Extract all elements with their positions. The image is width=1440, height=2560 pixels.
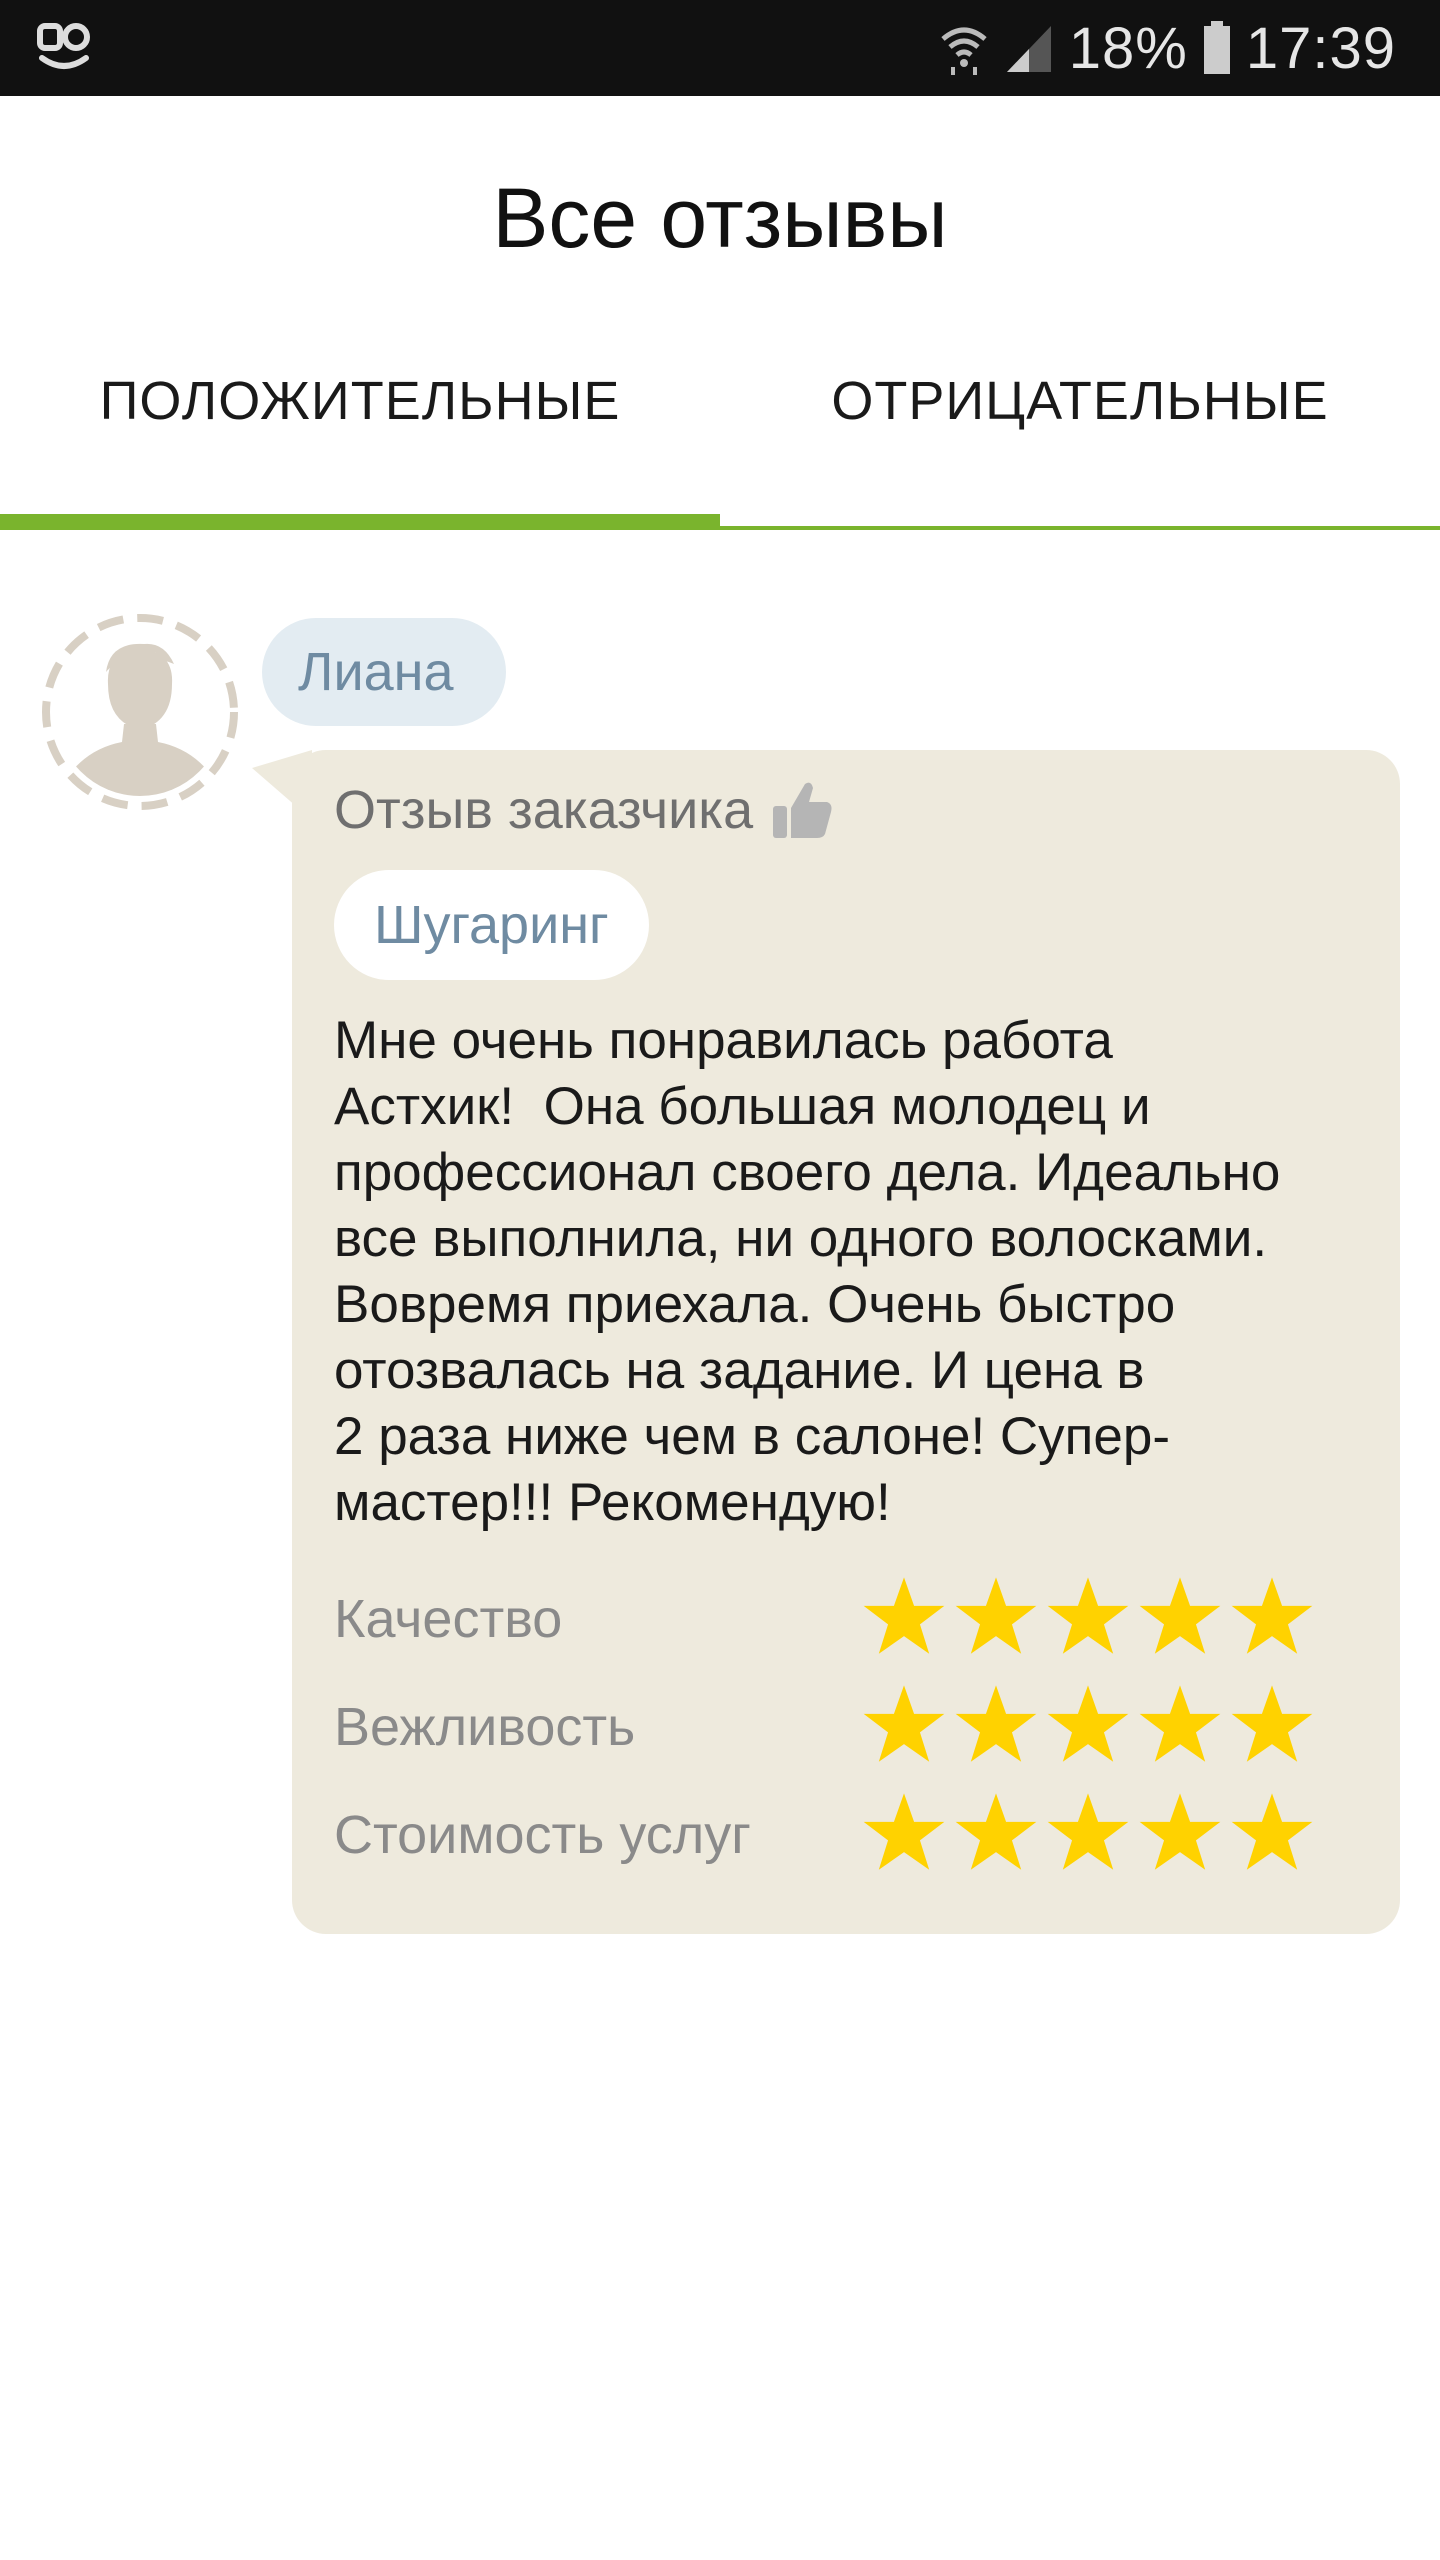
rating-row-politeness: Вежливость [334, 1682, 1354, 1778]
battery-percent: 18% [1068, 15, 1188, 81]
star-icon [1231, 1577, 1313, 1654]
signal-icon [1006, 26, 1051, 72]
review-text-line: профессионал своего дела. Идеально [334, 1143, 1281, 1202]
tab-negative[interactable]: ОТРИЦАТЕЛЬНЫЕ [720, 370, 1440, 432]
review-text-line: отозвалась на задание. И цена в [334, 1341, 1145, 1400]
star-icon [1047, 1793, 1129, 1870]
author-name-chip[interactable]: Лиана [262, 618, 506, 726]
star-rating [862, 1682, 1314, 1766]
thumbs-up-icon [773, 782, 832, 838]
star-icon [863, 1685, 945, 1762]
active-tab-indicator [0, 514, 720, 530]
star-icon [1047, 1685, 1129, 1762]
avatar-placeholder-icon [42, 614, 238, 810]
review-text-line: Мне очень понравилась работа [334, 1011, 1113, 1070]
rating-label: Вежливость [334, 1697, 636, 1757]
star-icon [1139, 1685, 1221, 1762]
status-time: 17:39 [1245, 15, 1396, 81]
star-rating [862, 1574, 1314, 1658]
review-tabs: ПОЛОЖИТЕЛЬНЫЕ ОТРИЦАТЕЛЬНЫЕ [0, 340, 1440, 530]
rating-row-price: Стоимость услуг [334, 1790, 1354, 1886]
review-text-line: мастер!!! Рекомендую! [334, 1473, 891, 1532]
star-icon [955, 1685, 1037, 1762]
star-icon [1231, 1793, 1313, 1870]
battery-icon [1203, 21, 1230, 74]
star-icon [1231, 1685, 1313, 1762]
review-text: Мне очень понравилась работа Астхик! Она… [334, 1008, 1354, 1536]
star-icon [1139, 1577, 1221, 1654]
review-kind: Отзыв заказчика [334, 780, 835, 840]
review-kind-label: Отзыв заказчика [334, 780, 754, 840]
star-icon [955, 1577, 1037, 1654]
review-text-line: Астхик! Она большая молодец и [334, 1077, 1151, 1136]
status-bar: 18% 17:39 [0, 0, 1440, 96]
star-icon [863, 1793, 945, 1870]
app-logo-icon [37, 23, 90, 69]
rating-label: Стоимость услуг [334, 1805, 751, 1865]
review-text-line: все выполнила, ни одного волосками. [334, 1209, 1268, 1268]
service-chip[interactable]: Шугаринг [334, 870, 649, 980]
star-icon [1047, 1577, 1129, 1654]
rating-row-quality: Качество [334, 1574, 1354, 1670]
review-text-line: Вовремя приехала. Очень быстро [334, 1275, 1176, 1334]
page-title: Все отзывы [492, 171, 948, 265]
star-icon [955, 1793, 1037, 1870]
rating-label: Качество [334, 1589, 563, 1649]
star-rating [862, 1790, 1314, 1874]
review-text-line: 2 раза ниже чем в салоне! Супер- [334, 1407, 1170, 1466]
star-icon [1139, 1793, 1221, 1870]
tab-positive[interactable]: ПОЛОЖИТЕЛЬНЫЕ [0, 370, 720, 432]
star-icon [863, 1577, 945, 1654]
wifi-icon [941, 27, 987, 75]
